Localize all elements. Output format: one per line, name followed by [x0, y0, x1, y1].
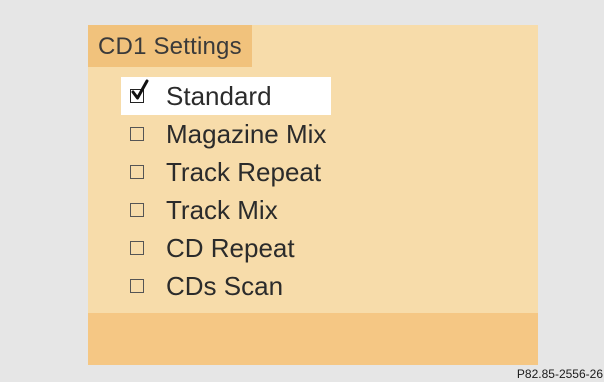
menu-item-label: CD Repeat [166, 232, 295, 263]
empty-checkbox-icon[interactable] [130, 165, 144, 179]
menu-item-label: Track Repeat [166, 156, 322, 187]
empty-checkbox-icon[interactable] [130, 203, 144, 217]
figure-reference-code: P82.85-2556-26 [516, 367, 603, 381]
cd-settings-screen: CD1 Settings Standard Magazine Mix Track… [88, 25, 538, 365]
menu-item-label: Magazine Mix [166, 118, 327, 149]
menu-item-magazine-mix[interactable]: Magazine Mix [126, 115, 326, 153]
menu-item-cds-scan[interactable]: CDs Scan [126, 267, 326, 305]
menu-item-label: Standard [166, 80, 272, 111]
menu-item-track-mix[interactable]: Track Mix [126, 191, 326, 229]
empty-checkbox-icon[interactable] [130, 241, 144, 255]
checkmark-icon [131, 79, 149, 100]
menu-item-track-repeat[interactable]: Track Repeat [126, 153, 326, 191]
checkbox-checked-icon[interactable] [130, 79, 149, 103]
bottom-bar [88, 313, 538, 365]
menu-item-standard[interactable]: Standard [121, 77, 331, 115]
settings-menu: Standard Magazine Mix Track Repeat Track… [121, 77, 331, 305]
empty-checkbox-icon[interactable] [130, 127, 144, 141]
empty-checkbox-icon[interactable] [130, 279, 144, 293]
menu-item-cd-repeat[interactable]: CD Repeat [126, 229, 326, 267]
menu-title: CD1 Settings [88, 25, 252, 67]
menu-item-label: Track Mix [166, 194, 278, 225]
menu-item-label: CDs Scan [166, 270, 284, 301]
